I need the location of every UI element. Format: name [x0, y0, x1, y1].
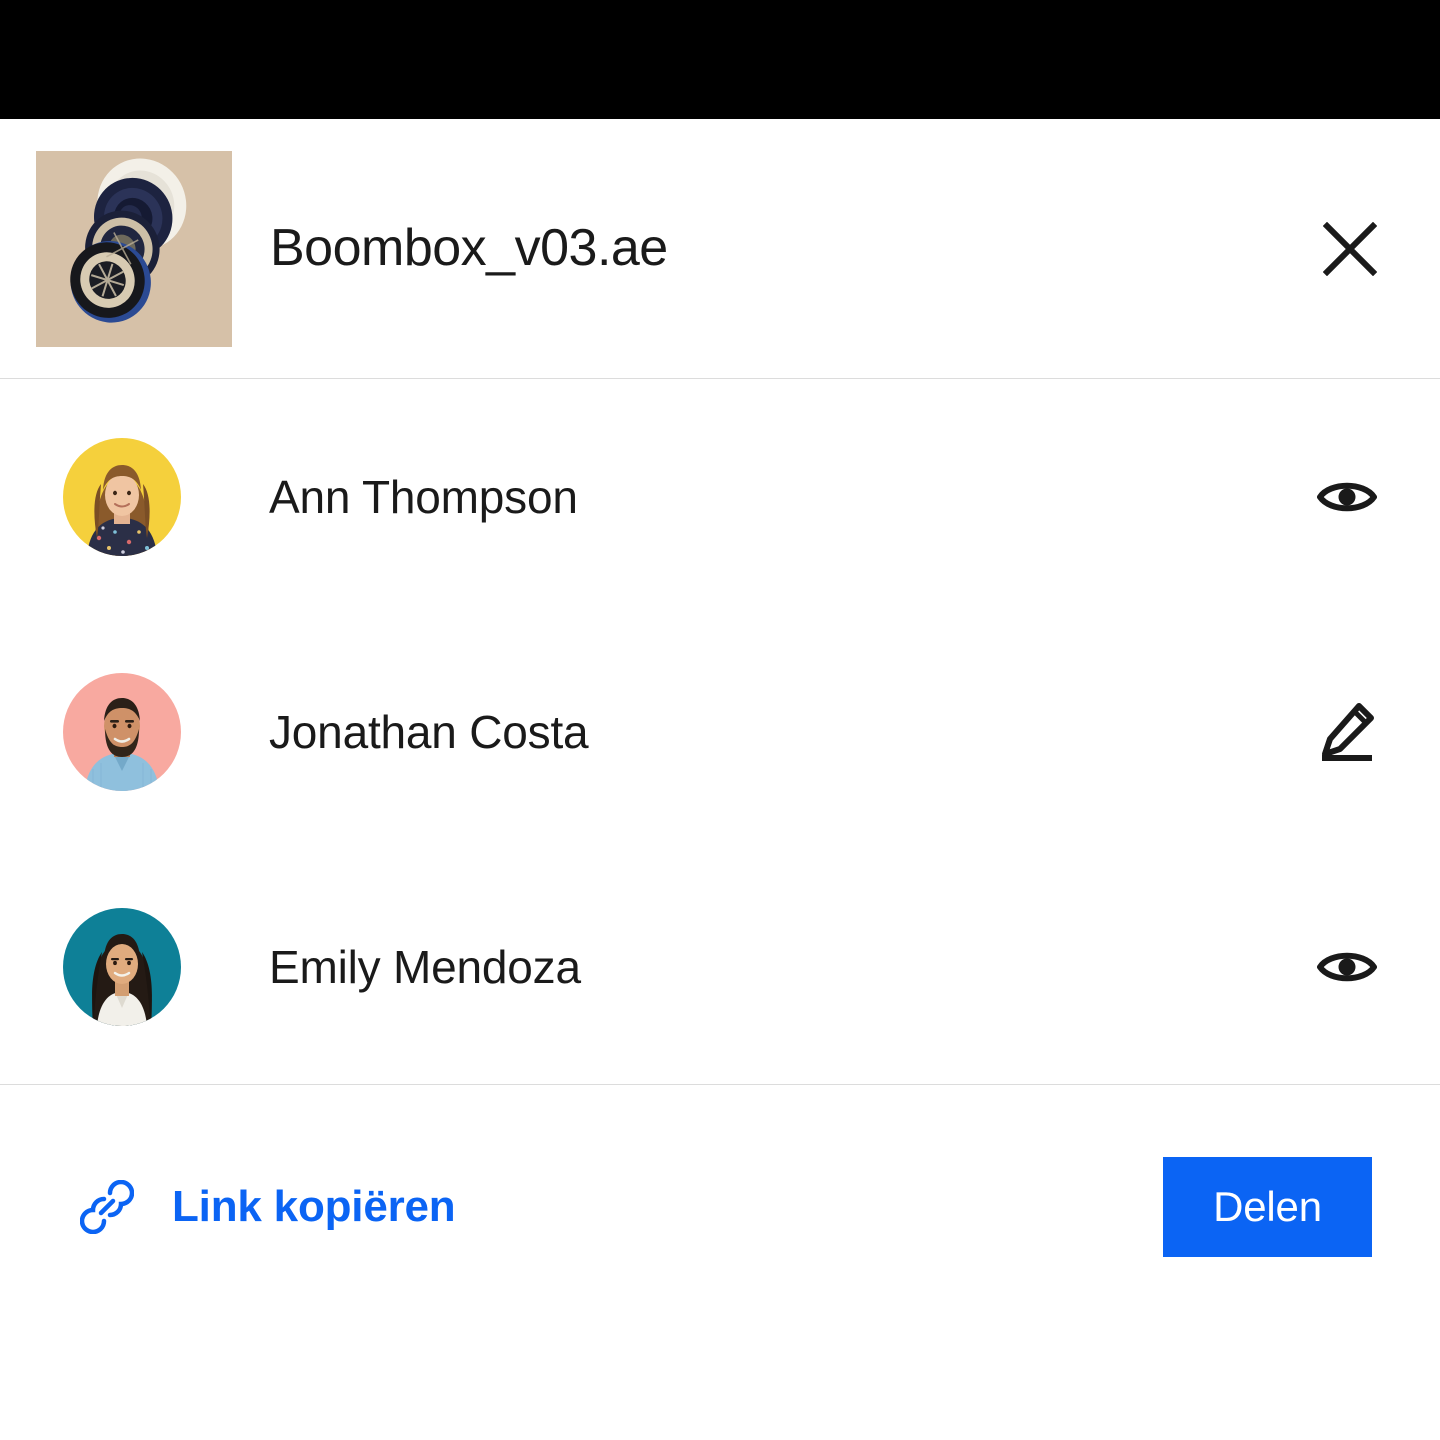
copy-link-button[interactable]: Link kopiëren: [80, 1179, 456, 1234]
person-name: Emily Mendoza: [269, 940, 581, 993]
close-dialog-button[interactable]: [1312, 211, 1388, 287]
avatar: [63, 907, 181, 1026]
list-item[interactable]: Emily Mendoza: [0, 849, 1440, 1084]
person-name: Ann Thompson: [269, 470, 578, 523]
close-icon: [1323, 221, 1377, 276]
top-letterbox-band: [0, 0, 1440, 119]
share-dialog: Boombox_v03.ae Ann Thompson Jonathan Cos…: [0, 119, 1440, 1440]
eye-icon: [1317, 482, 1377, 511]
permission-button-edit[interactable]: [1304, 689, 1390, 775]
pencil-icon: [1322, 702, 1374, 761]
eye-icon: [1317, 952, 1377, 981]
exploded-speaker-render-icon: [36, 150, 232, 347]
share-button[interactable]: Delen: [1163, 1156, 1372, 1257]
file-thumbnail: [36, 150, 232, 347]
file-name: Boombox_v03.ae: [270, 219, 668, 277]
ann-thompson-photo-icon: [63, 437, 181, 556]
dialog-footer: Link kopiëren Delen: [0, 1085, 1440, 1328]
link-icon: [80, 1179, 134, 1234]
list-item[interactable]: Ann Thompson: [0, 379, 1440, 614]
emily-mendoza-photo-icon: [63, 907, 181, 1026]
dialog-header: Boombox_v03.ae: [0, 119, 1440, 378]
permission-button-view[interactable]: [1304, 924, 1390, 1010]
avatar: [63, 672, 181, 791]
list-item[interactable]: Jonathan Costa: [0, 614, 1440, 849]
copy-link-label: Link kopiëren: [172, 1181, 456, 1231]
permission-button-view[interactable]: [1304, 454, 1390, 540]
person-name: Jonathan Costa: [269, 705, 589, 758]
shared-people-list: Ann Thompson Jonathan Costa Emily Mendoz…: [0, 379, 1440, 1084]
avatar: [63, 437, 181, 556]
jonathan-costa-photo-icon: [63, 672, 181, 791]
